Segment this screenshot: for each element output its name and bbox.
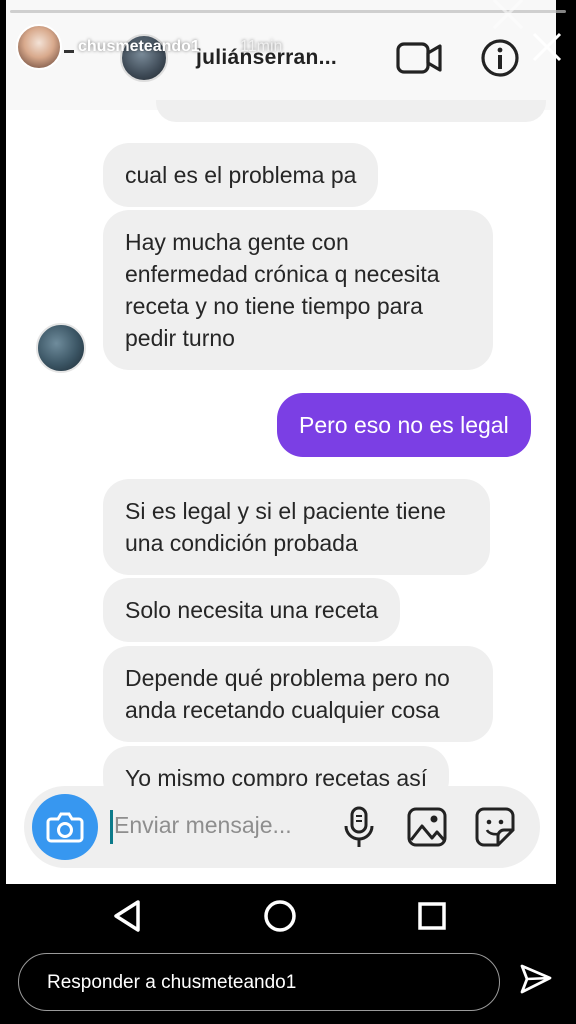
send-icon[interactable] <box>518 962 554 998</box>
story-username[interactable]: chusmeteando1 <box>78 38 200 56</box>
back-icon[interactable] <box>108 896 148 936</box>
close-icon[interactable] <box>530 30 564 64</box>
message-line: receta y no tiene tiempo para <box>125 293 423 319</box>
previous-message-edge <box>156 100 546 122</box>
message-line: pedir turno <box>125 325 235 351</box>
message-line: Si es legal y si el paciente tiene <box>125 498 446 524</box>
info-icon[interactable] <box>480 38 520 78</box>
message-text: cual es el problema pa <box>125 162 357 188</box>
sender-avatar[interactable] <box>36 323 86 373</box>
gallery-icon[interactable] <box>404 804 450 850</box>
message-text: Pero eso no es legal <box>299 412 509 438</box>
text-caret <box>110 810 113 844</box>
camera-icon <box>46 812 84 843</box>
dm-screenshot: juliánserran... cual es el problema pa H… <box>6 0 556 884</box>
message-input[interactable] <box>114 812 324 839</box>
message-line: enfermedad crónica q necesita <box>125 261 440 287</box>
message-bubble-incoming[interactable]: Depende qué problema pero no anda receta… <box>103 646 493 742</box>
message-line: Depende qué problema pero no <box>125 665 450 691</box>
message-bubble-incoming[interactable]: Solo necesita una receta <box>103 578 401 642</box>
microphone-icon[interactable] <box>336 804 382 850</box>
camera-button[interactable] <box>32 794 98 860</box>
message-text: Solo necesita una receta <box>125 597 379 623</box>
story-reply-field[interactable] <box>18 953 500 1011</box>
recents-icon[interactable] <box>412 896 452 936</box>
reply-input[interactable] <box>47 972 467 994</box>
message-bubble-incoming[interactable]: Hay mucha gente con enfermedad crónica q… <box>103 210 493 370</box>
faded-close-icon <box>492 0 524 30</box>
story-author-avatar[interactable] <box>16 24 62 70</box>
message-line: Hay mucha gente con <box>125 229 349 255</box>
message-bubble-incoming[interactable]: Si es legal y si el paciente tiene una c… <box>103 479 490 575</box>
message-bubble-outgoing[interactable]: Pero eso no es legal <box>277 393 531 457</box>
android-nav-bar <box>6 884 556 946</box>
video-call-icon[interactable] <box>396 40 442 76</box>
header-fragment <box>64 50 74 53</box>
message-composer <box>24 786 540 868</box>
message-bubble-incoming[interactable]: cual es el problema pa <box>103 143 379 207</box>
story-progress-bar <box>10 10 566 13</box>
message-line: anda recetando cualquier cosa <box>125 697 440 723</box>
home-icon[interactable] <box>260 896 300 936</box>
story-timestamp: 11min <box>240 38 283 55</box>
sticker-icon[interactable] <box>472 804 518 850</box>
message-line: una condición probada <box>125 530 358 556</box>
